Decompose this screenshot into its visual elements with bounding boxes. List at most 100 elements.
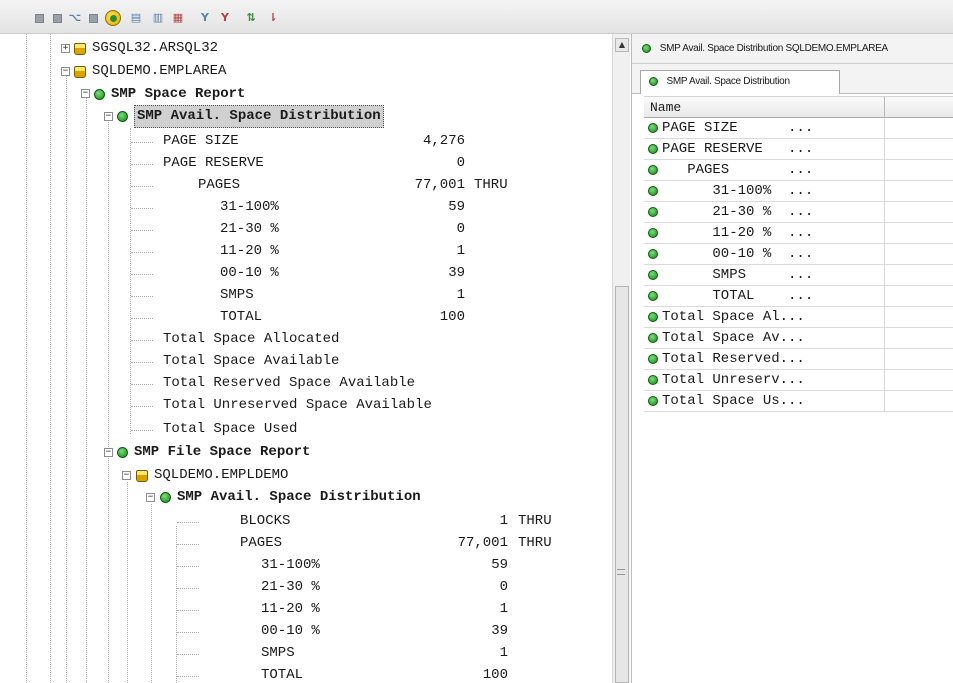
table-row[interactable]: PAGE SIZE ... — [644, 118, 953, 139]
table-row[interactable]: Total Unreserv... — [644, 370, 953, 391]
tree-leaf[interactable]: TOTAL — [220, 307, 262, 328]
table-row[interactable]: Total Space Av... — [644, 328, 953, 349]
tree-leaf[interactable]: 11-20 % — [220, 241, 279, 262]
table-row[interactable]: TOTAL ... — [644, 286, 953, 307]
collapse-toggle[interactable]: − — [146, 493, 155, 502]
table-row[interactable]: Total Space Us... — [644, 391, 953, 412]
tree-leaf[interactable]: PAGES — [198, 175, 240, 196]
table-row[interactable]: 00-10 % ... — [644, 244, 953, 265]
tree-leaf[interactable]: TOTAL — [261, 665, 303, 683]
filter-icon-1[interactable]: Y — [198, 11, 212, 25]
tree-guide-line — [86, 96, 87, 683]
sort-icon-1[interactable]: ⇅ — [244, 11, 258, 25]
table-row[interactable]: PAGES ... — [644, 160, 953, 181]
leaf-name: PAGES — [240, 535, 283, 551]
refresh-button[interactable] — [104, 9, 122, 27]
row-node-icon — [648, 228, 658, 238]
table-row[interactable]: 21-30 % ... — [644, 202, 953, 223]
leaf-name: 00-10 % — [220, 265, 279, 281]
tree-leaf[interactable]: PAGE RESERVE — [163, 153, 264, 174]
tree-guide-line — [50, 34, 51, 683]
tree-leaf[interactable]: 00-10 % — [220, 263, 279, 284]
report-icon-1[interactable]: ▤ — [128, 11, 144, 25]
scroll-thumb[interactable] — [615, 286, 629, 683]
table-row[interactable]: Total Space Al... — [644, 307, 953, 328]
tree-leaf[interactable]: Total Space Allocated — [163, 329, 339, 350]
toolbar-square-icon-1[interactable] — [34, 11, 44, 25]
leaf-name: 21-30 % — [261, 579, 320, 595]
collapse-toggle[interactable]: − — [122, 471, 131, 480]
tree-leaf[interactable]: PAGES — [240, 533, 282, 554]
report-icon-3[interactable]: ▦ — [170, 11, 186, 25]
tab-distribution[interactable]: SMP Avail. Space Distribution — [640, 70, 840, 94]
tree-node-database[interactable]: SGSQL32.ARSQL32 — [74, 38, 218, 59]
collapse-toggle[interactable]: − — [104, 112, 113, 121]
tree-branch-line — [177, 676, 199, 677]
detail-title: SMP Avail. Space Distribution SQLDEMO.EM… — [659, 43, 888, 54]
collapse-toggle[interactable]: − — [81, 89, 90, 98]
column-separator — [884, 160, 885, 181]
tree-leaf[interactable]: 31-100% — [261, 555, 320, 576]
tree-branch-line — [131, 230, 153, 231]
filter-icon-2[interactable]: Y — [218, 11, 232, 25]
tree-leaf[interactable]: PAGE SIZE — [163, 131, 239, 152]
column-separator — [884, 307, 885, 328]
expand-toggle[interactable]: + — [61, 44, 70, 53]
leaf-name: 21-30 % — [220, 221, 279, 237]
tree-branch-line — [177, 632, 199, 633]
leaf-suffix: THRU — [518, 535, 552, 551]
tree-leaf[interactable]: Total Reserved Space Available — [163, 373, 415, 394]
table-row[interactable]: PAGE RESERVE ... — [644, 139, 953, 160]
column-separator[interactable] — [884, 97, 885, 119]
toolbar-square-icon-2[interactable] — [52, 11, 62, 25]
column-separator — [884, 265, 885, 286]
tree-branch-line — [131, 252, 153, 253]
tree-leaf[interactable]: 21-30 % — [220, 219, 279, 240]
row-label: SMPS ... — [662, 267, 814, 283]
tree-leaf[interactable]: BLOCKS — [240, 511, 290, 532]
column-header-name[interactable]: Name — [650, 97, 681, 118]
sort-icon-2[interactable]: ⇂ — [266, 11, 280, 25]
tree-node-space-report[interactable]: SMP Space Report — [94, 84, 245, 105]
database-icon — [74, 42, 86, 55]
leaf-name: Total Space Used — [163, 421, 298, 437]
tree-icon[interactable]: ⌥ — [68, 11, 82, 25]
leaf-name: BLOCKS — [240, 513, 291, 529]
tree-node-file-distribution[interactable]: SMP Avail. Space Distribution — [160, 487, 421, 508]
tree-leaf[interactable]: SMPS — [261, 643, 295, 664]
collapse-toggle[interactable]: − — [61, 67, 70, 76]
leaf-name: 00-10 % — [261, 623, 320, 639]
tree-guide-line — [130, 128, 131, 434]
tree-leaf[interactable]: Total Unreserved Space Available — [163, 395, 432, 416]
tree-leaf[interactable]: 21-30 % — [261, 577, 320, 598]
tree-branch-line — [131, 362, 153, 363]
collapse-toggle[interactable]: − — [104, 448, 113, 457]
tree-leaf[interactable]: 11-20 % — [261, 599, 320, 620]
tree-leaf[interactable]: Total Space Used — [163, 419, 297, 440]
tree-leaf[interactable]: SMPS — [220, 285, 254, 306]
toolbar-square-icon-3[interactable] — [88, 11, 98, 25]
tree-branch-line — [131, 274, 153, 275]
leaf-name: 11-20 % — [220, 243, 279, 259]
tree-leaf[interactable]: 31-100% — [220, 197, 279, 218]
tree-leaf[interactable]: 00-10 % — [261, 621, 320, 642]
table-row[interactable]: 31-100% ... — [644, 181, 953, 202]
tree-scrollbar[interactable]: ▲ — [612, 34, 630, 683]
tree-branch-line — [177, 544, 199, 545]
table-row[interactable]: 11-20 % ... — [644, 223, 953, 244]
leaf-value: 1 — [499, 645, 508, 661]
report-icon-2[interactable]: ▥ — [150, 11, 166, 25]
table-row[interactable]: SMPS ... — [644, 265, 953, 286]
scroll-up-arrow-icon[interactable]: ▲ — [615, 38, 629, 52]
tree-node-file[interactable]: SQLDEMO.EMPLDEMO — [136, 465, 288, 486]
tree-node-file-report[interactable]: SMP File Space Report — [117, 442, 310, 463]
tree-pane[interactable]: + SGSQL32.ARSQL32 − SQLDEMO.EMPLAREA − S… — [0, 34, 612, 683]
square-icon — [52, 13, 62, 23]
tree-node-database[interactable]: SQLDEMO.EMPLAREA — [74, 61, 226, 82]
toolbar: ⌥ ▤ ▥ ▦ Y Y ⇅ ⇂ — [0, 0, 953, 34]
table-row[interactable]: Total Reserved... — [644, 349, 953, 370]
column-separator — [884, 202, 885, 223]
tab-bar: SMP Avail. Space Distribution — [632, 64, 953, 94]
tree-node-distribution-selected[interactable]: SMP Avail. Space Distribution — [117, 105, 384, 128]
tree-leaf[interactable]: Total Space Available — [163, 351, 339, 372]
